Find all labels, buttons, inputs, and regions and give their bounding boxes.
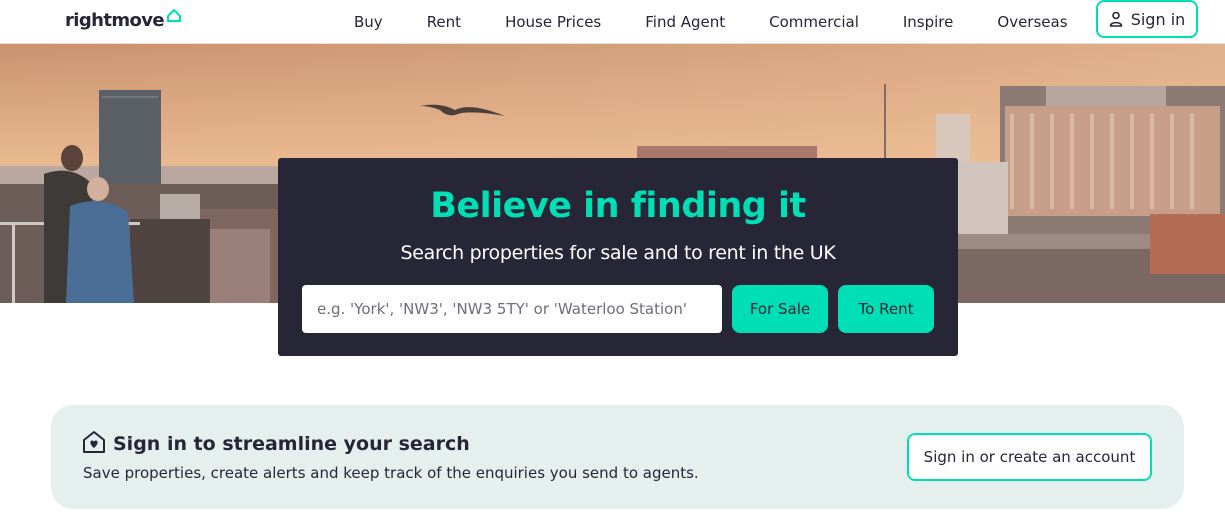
nav-find-agent[interactable]: Find Agent	[645, 13, 725, 31]
nav-rent[interactable]: Rent	[427, 13, 461, 31]
nav-overseas[interactable]: Overseas	[997, 13, 1067, 31]
signin-banner: Sign in to streamline your search Save p…	[51, 405, 1184, 509]
location-search-input[interactable]	[302, 285, 722, 333]
main-nav: Buy Rent House Prices Find Agent Commerc…	[332, 0, 1090, 44]
logo-text: rightmove	[65, 9, 165, 31]
nav-commercial[interactable]: Commercial	[769, 13, 859, 31]
hero-title: Believe in finding it	[430, 186, 806, 226]
signin-button[interactable]: Sign in	[1096, 0, 1198, 38]
rightmove-logo[interactable]: rightmove	[65, 6, 182, 34]
banner-title: Sign in to streamline your search	[113, 433, 470, 455]
logo-house-icon	[167, 9, 182, 22]
user-icon	[1109, 11, 1123, 27]
search-panel: Believe in finding it Search properties …	[278, 158, 958, 356]
nav-inspire[interactable]: Inspire	[903, 13, 954, 31]
banner-text: Save properties, create alerts and keep …	[83, 464, 699, 482]
to-rent-button[interactable]: To Rent	[838, 285, 934, 333]
nav-house-prices[interactable]: House Prices	[505, 13, 601, 31]
house-heart-icon	[83, 431, 105, 453]
signin-label: Sign in	[1130, 9, 1186, 29]
signin-or-create-account-button[interactable]: Sign in or create an account	[907, 433, 1152, 481]
for-sale-button[interactable]: For Sale	[732, 285, 828, 333]
site-header: rightmove Buy Rent House Prices Find Age…	[0, 0, 1225, 44]
nav-buy[interactable]: Buy	[354, 13, 383, 31]
hero-subtitle: Search properties for sale and to rent i…	[400, 242, 836, 264]
